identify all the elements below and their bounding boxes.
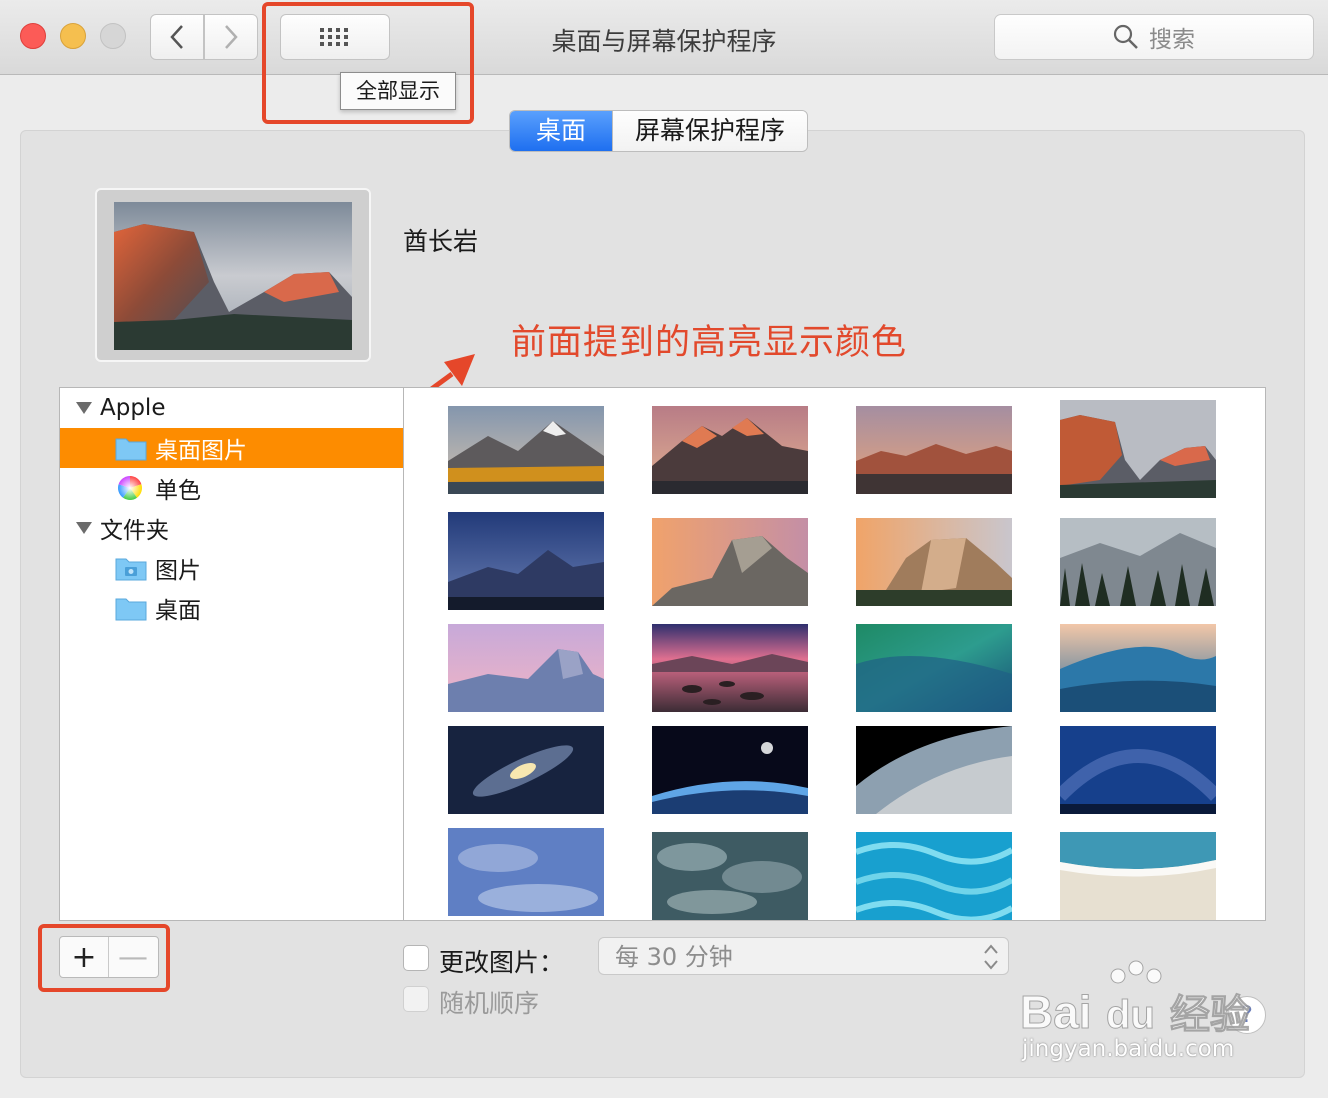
wallpaper-thumb-sierra-ridge[interactable]: [856, 406, 1012, 494]
show-all-tooltip: 全部显示: [340, 72, 456, 110]
source-list: Apple 桌面图片 单色 文件夹 图片 桌面: [59, 387, 404, 921]
wallpaper-thumb-blue-wave[interactable]: [1060, 624, 1216, 712]
remove-folder-button[interactable]: —: [108, 937, 157, 977]
wallpaper-thumb-green-wave[interactable]: [856, 624, 1012, 712]
sidebar-item-label: 桌面: [155, 598, 201, 624]
wallpaper-thumb-storm-clouds[interactable]: [652, 832, 808, 920]
wallpaper-thumb-half-dome-sunset[interactable]: [652, 518, 808, 606]
wallpaper-thumb-reef-water[interactable]: [856, 832, 1012, 920]
disclosure-triangle-icon[interactable]: [76, 522, 92, 534]
close-window-button[interactable]: [20, 23, 46, 49]
minimize-window-button[interactable]: [60, 23, 86, 49]
wallpaper-thumb-el-capitan[interactable]: [1060, 400, 1216, 498]
tab-bar: 桌面 屏幕保护程序: [509, 110, 809, 152]
add-folder-button[interactable]: +: [60, 937, 108, 977]
up-down-chevron-icon: [984, 944, 998, 970]
change-picture-label: 更改图片：: [439, 948, 565, 977]
folder-icon: [115, 438, 147, 461]
wallpaper-thumb-beach-shore[interactable]: [1060, 832, 1216, 920]
wallpaper-thumb-yosemite-pink[interactable]: [448, 624, 604, 712]
sidebar-item-label: 桌面图片: [155, 438, 247, 464]
wallpaper-thumb-high-sierra[interactable]: [448, 406, 604, 494]
wallpaper-thumb-galaxy[interactable]: [448, 726, 604, 814]
title-bar: 桌面与屏幕保护程序 搜索: [0, 0, 1328, 75]
watermark-subtext: jingyan.baidu.com: [1022, 1036, 1235, 1062]
wallpaper-thumb-el-capitan-sunset[interactable]: [856, 518, 1012, 606]
wallpaper-thumb-yosemite-trees[interactable]: [1060, 518, 1216, 606]
sidebar-item-label: 单色: [155, 478, 201, 504]
sidebar-item-solid-colors[interactable]: 单色: [60, 468, 403, 508]
folder-icon: [115, 598, 147, 621]
wallpaper-grid: [403, 387, 1266, 921]
wallpaper-thumb-moon-clouds[interactable]: [448, 828, 604, 916]
sidebar-item-desktop-pictures[interactable]: 桌面图片: [60, 428, 403, 468]
watermark-brand-c: 经验: [1170, 992, 1250, 1038]
search-field[interactable]: 搜索: [994, 14, 1314, 60]
search-icon: [1113, 24, 1138, 49]
sidebar-item-label: 图片: [155, 558, 201, 584]
watermark-brand-a: Bai: [1020, 986, 1092, 1038]
wallpaper-thumb-sierra-peaks[interactable]: [652, 406, 808, 494]
interval-value: 每 30 分钟: [615, 943, 733, 971]
forward-button[interactable]: [204, 14, 258, 60]
disclosure-triangle-icon[interactable]: [76, 402, 92, 414]
change-picture-checkbox[interactable]: [403, 945, 429, 971]
chevron-left-icon: [170, 25, 183, 49]
el-capitan-preview-image: [114, 202, 352, 350]
random-order-checkbox[interactable]: [403, 986, 429, 1012]
current-wallpaper-preview: [95, 188, 371, 362]
annotation-text: 前面提到的高亮显示颜色: [511, 323, 908, 363]
zoom-window-button[interactable]: [100, 23, 126, 49]
wallpaper-thumb-starfield[interactable]: [1060, 726, 1216, 814]
wallpaper-thumb-earth-orbit[interactable]: [856, 726, 1012, 814]
grid-icon: [320, 28, 348, 46]
sidebar-item-pictures[interactable]: 图片: [60, 548, 403, 588]
show-all-button[interactable]: [280, 14, 390, 60]
wallpaper-thumb-lake-stones[interactable]: [652, 624, 808, 712]
add-remove-control: + —: [59, 936, 159, 978]
current-wallpaper-name: 酋长岩: [403, 227, 479, 256]
random-order-label: 随机顺序: [439, 989, 540, 1018]
wallpaper-thumb-earth-horizon[interactable]: [652, 726, 808, 814]
group-apple[interactable]: Apple: [60, 388, 403, 428]
tab-desktop[interactable]: 桌面: [510, 111, 612, 151]
back-button[interactable]: [150, 14, 204, 60]
wallpaper-thumb-yosemite-night[interactable]: [448, 512, 604, 610]
group-label: 文件夹: [100, 518, 169, 544]
tab-screensaver[interactable]: 屏幕保护程序: [612, 111, 808, 151]
group-label: Apple: [100, 395, 166, 421]
search-placeholder: 搜索: [1149, 27, 1195, 53]
sidebar-item-desktop[interactable]: 桌面: [60, 588, 403, 628]
color-wheel-icon: [118, 476, 142, 500]
chevron-right-icon: [225, 25, 238, 49]
pictures-folder-icon: [115, 558, 147, 581]
group-folders[interactable]: 文件夹: [60, 508, 403, 548]
watermark-brand-b: du: [1106, 993, 1155, 1037]
interval-select[interactable]: 每 30 分钟: [598, 937, 1009, 975]
